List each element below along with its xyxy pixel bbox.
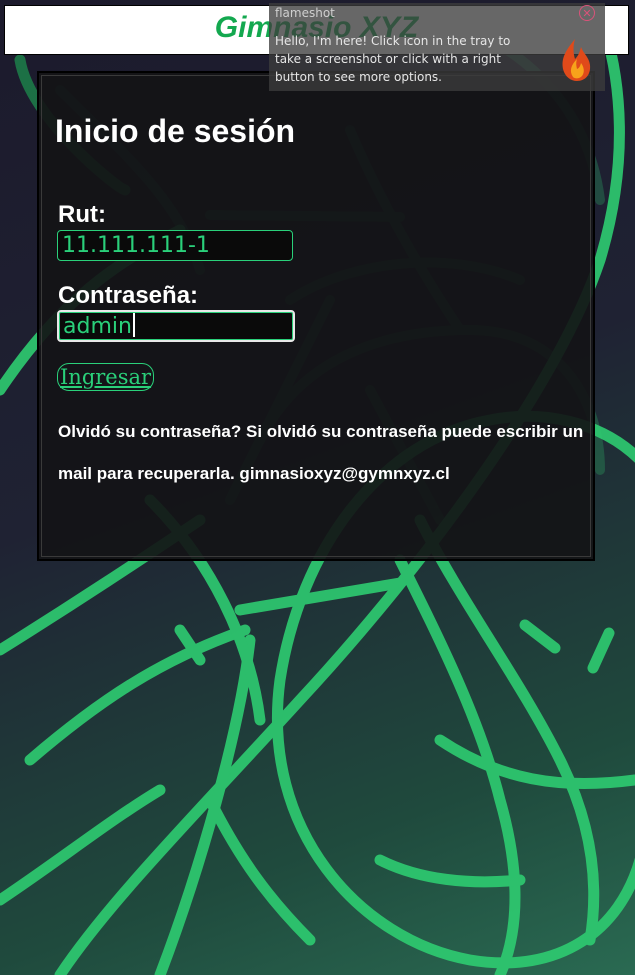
flameshot-notification[interactable]: flameshot ✕ Hello, I'm here! Click icon … xyxy=(269,3,605,91)
notification-message: Hello, I'm here! Click icon in the tray … xyxy=(275,34,511,84)
notification-app-name: flameshot xyxy=(275,6,335,20)
flameshot-flame-icon xyxy=(562,39,591,81)
rut-input[interactable]: 11.111.111-1 xyxy=(57,230,293,261)
text-caret xyxy=(132,313,135,337)
page-title: Inicio de sesión xyxy=(55,113,296,149)
login-card: Inicio de sesión Rut: 11.111.111-1 Contr… xyxy=(37,71,595,561)
password-help-text: Olvidó su contraseña? Si olvidó su contr… xyxy=(58,422,584,483)
password-input-value: admin xyxy=(63,314,132,339)
password-label: Contraseña: xyxy=(58,282,199,309)
password-input[interactable]: admin xyxy=(57,310,295,342)
login-submit-button[interactable]: Ingresar xyxy=(57,363,155,391)
close-icon[interactable]: ✕ xyxy=(579,5,595,21)
rut-input-value: 11.111.111-1 xyxy=(62,233,210,258)
rut-label: Rut: xyxy=(58,201,106,228)
